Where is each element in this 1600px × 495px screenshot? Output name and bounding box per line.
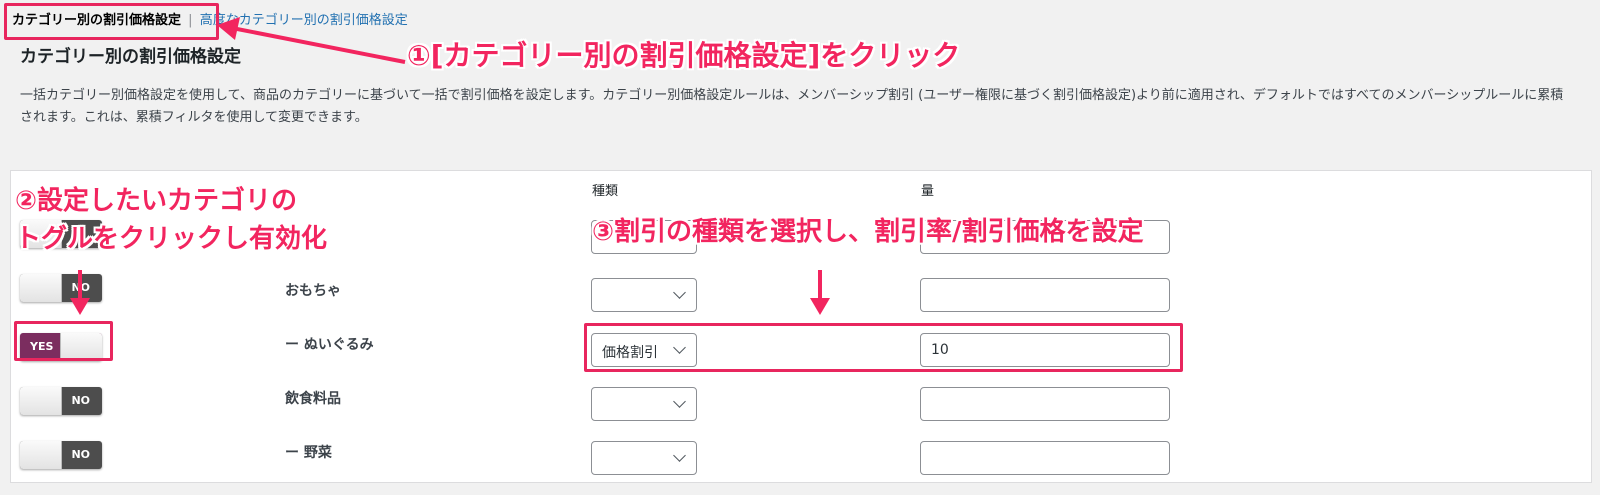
arrow-head-type xyxy=(810,298,830,315)
callout-step1: ①[カテゴリー別の割引価格設定]をクリック xyxy=(407,39,961,72)
arrow-head-toggle xyxy=(70,298,90,315)
callout-step2-line2: トグルをクリックし有効化 xyxy=(15,224,328,254)
callout-step3: ③割引の種類を選択し、割引率/割引価格を設定 xyxy=(592,217,1144,247)
callout-step2-line1: ②設定したいカテゴリの xyxy=(15,186,298,216)
arrow-to-subnav xyxy=(231,26,406,64)
arrow-head-subnav xyxy=(217,17,240,40)
